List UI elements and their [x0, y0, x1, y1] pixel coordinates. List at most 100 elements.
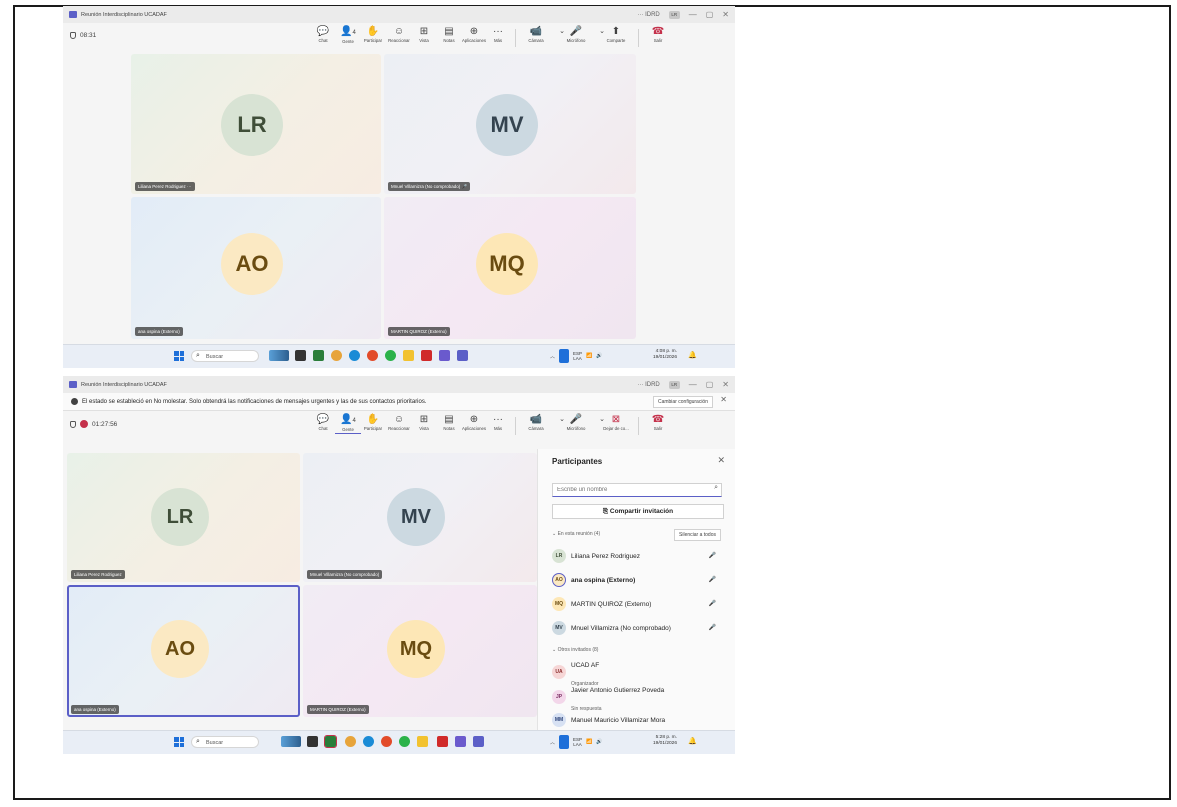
wifi-icon[interactable]: 📶 — [586, 739, 592, 745]
edge-icon[interactable] — [349, 350, 360, 361]
notes-button[interactable]: ▤ Notas — [436, 414, 462, 432]
leave-button[interactable]: ☎ Salir — [645, 26, 671, 44]
raise-hand-button[interactable]: ✋ Participar — [360, 414, 386, 432]
taskbar-clock[interactable]: 4:08 p. m. 19/01/2026 — [653, 349, 677, 361]
close-icon[interactable]: ✕ — [722, 380, 729, 389]
camera-button[interactable]: 📹 Cámara — [523, 26, 549, 44]
video-tile-mq[interactable]: MQ MARTIN QUIROZ (Externo) — [303, 585, 537, 717]
language-indicator[interactable]: ESP LAA — [573, 737, 582, 747]
windows-start-icon[interactable] — [174, 737, 184, 747]
people-button[interactable]: 👤4 Gente — [335, 26, 361, 45]
invitee-row[interactable]: MM Manuel Mauricio Villamizar Mora — [552, 710, 722, 730]
excel-icon[interactable] — [313, 350, 324, 361]
camera-button[interactable]: 📹 Cámara — [523, 414, 549, 432]
notification-bell-icon[interactable]: 🔔 — [688, 351, 697, 359]
invitee-row[interactable]: JP Javier Antonio Gutierrez Poveda Sin re… — [552, 685, 722, 712]
change-settings-button[interactable]: Cambiar configuración — [652, 396, 713, 408]
task-view-icon[interactable] — [295, 350, 306, 361]
chevron-up-icon[interactable]: ︿ — [550, 353, 555, 360]
weather-widget-icon[interactable] — [269, 350, 289, 361]
acrobat-icon[interactable] — [421, 350, 432, 361]
react-button[interactable]: ☺ Reaccionar — [386, 26, 412, 44]
file-explorer-icon[interactable] — [403, 350, 414, 361]
share-invite-button[interactable]: ⎘ Compartir invitación — [552, 504, 724, 519]
participant-row[interactable]: MV Mnuel Villamizra (No comprobado) 🎤 — [552, 618, 722, 638]
teams-taskbar-icon[interactable] — [473, 736, 484, 747]
microphone-icon[interactable]: 🎤 — [709, 600, 716, 607]
in-meeting-section-toggle[interactable]: ⌄ En esta reunión (4) — [552, 531, 600, 537]
notification-bell-icon[interactable]: 🔔 — [688, 737, 697, 745]
org-label[interactable]: ··· IDRD — [637, 382, 659, 388]
microphone-icon[interactable]: 🎤 — [709, 552, 716, 559]
people-button[interactable]: 👤4 Gente — [335, 414, 361, 434]
react-button[interactable]: ☺ Reaccionar — [386, 414, 412, 432]
excel-icon[interactable] — [324, 735, 337, 748]
participant-row[interactable]: LR Liliana Perez Rodriguez 🎤 — [552, 546, 722, 566]
raise-hand-button[interactable]: ✋ Participar — [360, 26, 386, 44]
taskbar-search[interactable]: ⌕ Buscar — [191, 350, 259, 362]
others-section-toggle[interactable]: ⌄ Otros invitados (8) — [552, 647, 598, 653]
video-tile-mq[interactable]: MQ MARTIN QUIROZ (Externo) — [384, 197, 636, 339]
participant-row[interactable]: AO ana ospina (Externo) 🎤 — [552, 570, 722, 590]
taskbar-search[interactable]: ⌕ Buscar — [191, 736, 259, 748]
whatsapp-icon[interactable] — [399, 736, 410, 747]
whatsapp-icon[interactable] — [385, 350, 396, 361]
microphone-icon[interactable]: 🎤 — [709, 624, 716, 631]
video-tile-ao[interactable]: AO ana ospina (Externo) — [67, 585, 300, 717]
microphone-icon[interactable]: 🎤 — [709, 576, 716, 583]
user-avatar[interactable]: LR — [668, 10, 680, 19]
teams-taskbar-icon[interactable] — [457, 350, 468, 361]
chrome-icon[interactable] — [331, 350, 342, 361]
volume-icon[interactable]: 🔊 — [596, 739, 602, 745]
restore-icon[interactable]: ▢ — [706, 10, 714, 19]
mic-button[interactable]: 🎤 Micrófono — [563, 414, 589, 432]
app-icon[interactable] — [455, 736, 466, 747]
minimize-icon[interactable]: — — [689, 380, 697, 389]
acrobat-icon[interactable] — [437, 736, 448, 747]
browser-icon[interactable] — [367, 350, 378, 361]
leave-button[interactable]: ☎ Salir — [645, 414, 671, 432]
video-tile-lr[interactable]: LR Liliana Perez Rodriguez ··· — [131, 54, 381, 194]
mic-button[interactable]: 🎤 Micrófono — [563, 26, 589, 44]
share-button[interactable]: ⬆ Comparte — [603, 26, 629, 44]
language-indicator[interactable]: ESP LAA — [573, 351, 582, 361]
volume-icon[interactable]: 🔊 — [596, 353, 602, 359]
video-tile-lr[interactable]: LR Liliana Perez Rodriguez — [67, 453, 300, 582]
chrome-icon[interactable] — [345, 736, 356, 747]
close-icon[interactable]: ✕ — [717, 455, 725, 466]
participant-search-input[interactable] — [552, 483, 722, 497]
minimize-icon[interactable]: — — [689, 10, 697, 19]
org-label[interactable]: ··· IDRD — [637, 12, 659, 18]
windows-start-icon[interactable] — [174, 351, 184, 361]
apps-button[interactable]: ⊕ Aplicaciones — [461, 414, 487, 432]
close-icon[interactable]: ✕ — [722, 10, 729, 19]
notification-app-icon[interactable] — [559, 349, 570, 363]
close-icon[interactable]: ✕ — [720, 395, 727, 404]
restore-icon[interactable]: ▢ — [706, 380, 714, 389]
wifi-icon[interactable]: 📶 — [586, 353, 592, 359]
notes-button[interactable]: ▤ Notas — [436, 26, 462, 44]
more-button[interactable]: ··· Más — [485, 26, 511, 44]
view-button[interactable]: ⊞ Vista — [411, 414, 437, 432]
participant-row[interactable]: MQ MARTIN QUIROZ (Externo) 🎤 — [552, 594, 722, 614]
chat-button[interactable]: 💬 Chat — [310, 26, 336, 44]
browser-icon[interactable] — [381, 736, 392, 747]
weather-widget-icon[interactable] — [281, 736, 301, 747]
video-tile-mv[interactable]: MV Mnuel Villamizra (No comprobado) 🎤 — [384, 54, 636, 194]
apps-button[interactable]: ⊕ Aplicaciones — [461, 26, 487, 44]
file-explorer-icon[interactable] — [417, 736, 428, 747]
video-tile-ao[interactable]: AO ana ospina (Externo) — [131, 197, 381, 339]
notification-app-icon[interactable] — [559, 735, 570, 749]
video-tile-mv[interactable]: MV Mnuel Villamizra (No comprobado) — [303, 453, 537, 582]
more-button[interactable]: ··· Más — [485, 414, 511, 432]
chat-button[interactable]: 💬 Chat — [310, 414, 336, 432]
mute-all-button[interactable]: Silenciar a todos — [674, 529, 721, 541]
app-icon[interactable] — [439, 350, 450, 361]
edge-icon[interactable] — [363, 736, 374, 747]
taskbar-clock[interactable]: 5:28 p. m. 19/01/2026 — [653, 735, 677, 747]
view-button[interactable]: ⊞ Vista — [411, 26, 437, 44]
chevron-up-icon[interactable]: ︿ — [550, 739, 555, 746]
stop-sharing-button[interactable]: ⊠ Dejar de co... — [603, 414, 629, 432]
user-avatar[interactable]: LR — [668, 380, 680, 389]
task-view-icon[interactable] — [307, 736, 318, 747]
